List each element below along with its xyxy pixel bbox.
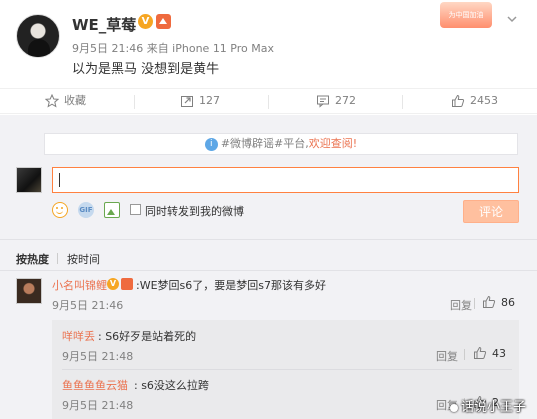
divider	[0, 239, 537, 240]
image-icon[interactable]	[104, 202, 120, 218]
star-icon	[45, 94, 59, 108]
rumor-notice[interactable]: i #微博辟谣#平台,欢迎查阅!	[44, 133, 518, 155]
thumbs-up-icon	[483, 295, 496, 308]
reply-time: 9月5日 21:48	[62, 350, 134, 363]
favorite-button[interactable]: 收藏	[45, 89, 86, 113]
thumbs-up-icon	[452, 94, 465, 107]
chevron-down-icon[interactable]	[505, 12, 519, 26]
divider	[464, 349, 465, 360]
member-crown-icon	[156, 14, 171, 29]
also-forward-label: 同时转发到我的微博	[145, 205, 244, 218]
info-icon: i	[204, 137, 218, 151]
also-forward-checkbox[interactable]	[130, 204, 141, 215]
reply-username[interactable]: 咩咩丢	[62, 328, 95, 344]
reply-button[interactable]: 回复	[450, 297, 472, 313]
forward-icon	[181, 96, 193, 107]
reply-username[interactable]: 鱼鱼鱼鱼云猫	[62, 377, 128, 393]
divider	[62, 369, 512, 370]
sort-by-hot-tab[interactable]: 按热度	[16, 251, 49, 267]
comment-icon	[317, 95, 329, 108]
comment-like-count: 86	[501, 295, 515, 309]
notice-text: #微博辟谣#平台,	[220, 137, 309, 150]
comment-like-button[interactable]: 86	[482, 295, 515, 309]
like-button[interactable]: 2453	[451, 89, 498, 113]
divider	[0, 270, 537, 271]
reply-button[interactable]: 回复	[436, 348, 458, 364]
post-card: WE_草莓丶 V 9月5日 21:46 来自 iPhone 11 Pro Max…	[0, 0, 537, 88]
divider	[57, 253, 58, 264]
forward-count: 127	[199, 94, 220, 107]
post-meta: 9月5日 21:46 来自 iPhone 11 Pro Max	[72, 42, 274, 55]
gif-icon[interactable]: GIF	[78, 202, 94, 218]
forward-button[interactable]: 127	[180, 89, 220, 113]
author-avatar[interactable]	[16, 14, 60, 58]
divider	[134, 95, 135, 109]
my-avatar	[16, 167, 42, 193]
comment-count: 272	[335, 94, 356, 107]
comment-input[interactable]	[52, 167, 519, 193]
reply-text: : S6好歹是站着死的	[98, 330, 197, 343]
notice-link[interactable]: 欢迎查阅!	[309, 137, 357, 150]
member-badge-icon	[121, 278, 133, 290]
verified-v-icon: V	[138, 14, 153, 29]
comment-panel: i #微博辟谣#平台,欢迎查阅! GIF 同时转发到我的微博 评论 按热度 按时间…	[0, 115, 537, 419]
reply-text: : s6没这么拉跨	[134, 379, 209, 392]
watermark: 话说小王子	[450, 396, 526, 415]
thumbs-up-icon	[474, 346, 487, 359]
verified-v-icon: V	[107, 278, 119, 290]
reply-list: 咩咩丢 : S6好歹是站着死的 9月5日 21:48 回复 43 鱼鱼鱼鱼云猫 …	[52, 320, 519, 419]
sort-by-time-tab[interactable]: 按时间	[67, 251, 100, 267]
like-count: 2453	[470, 94, 498, 107]
watermark-logo-icon	[450, 403, 458, 412]
comment-button[interactable]: 272	[316, 89, 356, 113]
favorite-label: 收藏	[64, 94, 86, 107]
post-content: 以为是黑马 没想到是黄牛	[72, 62, 220, 77]
reply-like-count: 43	[492, 346, 506, 360]
divider	[268, 95, 269, 109]
event-badge: 为中国加油	[440, 2, 492, 28]
post-action-bar: 收藏 127 272 2453	[0, 88, 537, 114]
submit-comment-button[interactable]: 评论	[463, 200, 519, 223]
emoji-icon[interactable]	[52, 202, 68, 218]
watermark-text: 话说小王子	[461, 400, 527, 415]
reply-time: 9月5日 21:48	[62, 399, 134, 412]
comment-time: 9月5日 21:46	[52, 299, 124, 312]
reply-like-button[interactable]: 43	[473, 346, 506, 360]
comment-text: :WE梦回s6了，要是梦回s7那该有多好	[136, 279, 326, 292]
divider	[402, 95, 403, 109]
commenter-username[interactable]: 小名叫锦鲤	[52, 277, 107, 293]
commenter-avatar[interactable]	[16, 278, 42, 304]
divider	[474, 298, 475, 309]
